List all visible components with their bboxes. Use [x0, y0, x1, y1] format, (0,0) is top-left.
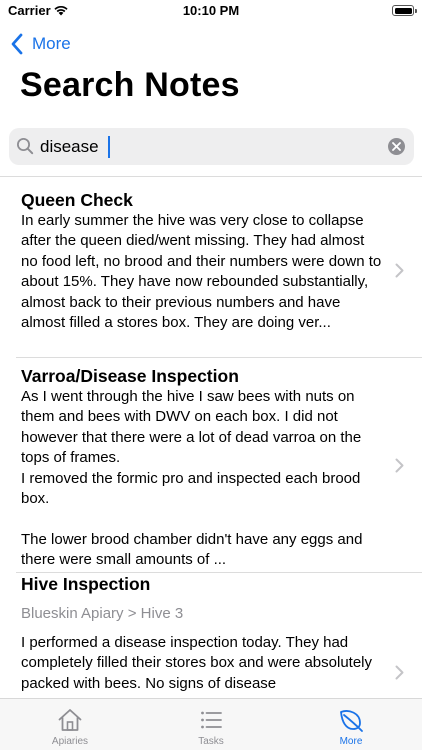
note-preview: As I went through the hive I saw bees wi… [21, 388, 363, 569]
search-bar [9, 128, 414, 165]
tab-tasks[interactable]: Tasks [141, 699, 281, 750]
tab-apiaries[interactable]: Apiaries [0, 699, 140, 750]
tab-label: Apiaries [51, 736, 89, 747]
house-icon [58, 709, 82, 731]
search-notes-screen: Carrier 10:10 PM More Search Notes disea… [0, 0, 422, 750]
tab-label: More [339, 736, 363, 747]
chevron-right-icon [395, 665, 404, 680]
chevron-right-icon [395, 263, 404, 278]
note-row[interactable]: Queen Check In early summer the hive was… [0, 177, 422, 358]
note-title: Varroa/Disease Inspection [21, 366, 239, 386]
note-row[interactable]: Varroa/Disease Inspection As I went thro… [0, 358, 422, 573]
back-button[interactable]: More [10, 31, 71, 57]
search-icon [17, 138, 34, 155]
chevron-right-icon [395, 458, 404, 473]
tab-bar: Apiaries Tasks More [0, 698, 422, 750]
tab-label: Tasks [198, 736, 224, 747]
back-label: More [32, 34, 71, 53]
tab-more[interactable]: More [281, 699, 421, 750]
text-cursor [108, 136, 110, 158]
clear-search-button[interactable] [388, 138, 405, 155]
note-preview: In early summer the hive was very close … [21, 212, 382, 332]
list-icon [201, 711, 222, 729]
note-row[interactable]: Hive Inspection Blueskin Apiary > Hive 3… [0, 573, 422, 698]
note-title: Hive Inspection [21, 574, 151, 594]
note-location: Blueskin Apiary > Hive 3 [21, 605, 184, 622]
chevron-left-icon [11, 33, 23, 55]
notes-list: Queen Check In early summer the hive was… [0, 176, 422, 698]
search-input[interactable] [40, 128, 380, 165]
status-bar: Carrier 10:10 PM [0, 0, 422, 24]
note-title: Queen Check [21, 190, 133, 210]
clock: 10:10 PM [182, 3, 240, 18]
battery-icon [392, 5, 417, 16]
close-icon [392, 142, 401, 151]
leaf-icon [340, 710, 363, 732]
note-preview: I performed a disease inspection today. … [21, 634, 373, 692]
page-title: Search Notes [20, 66, 240, 104]
